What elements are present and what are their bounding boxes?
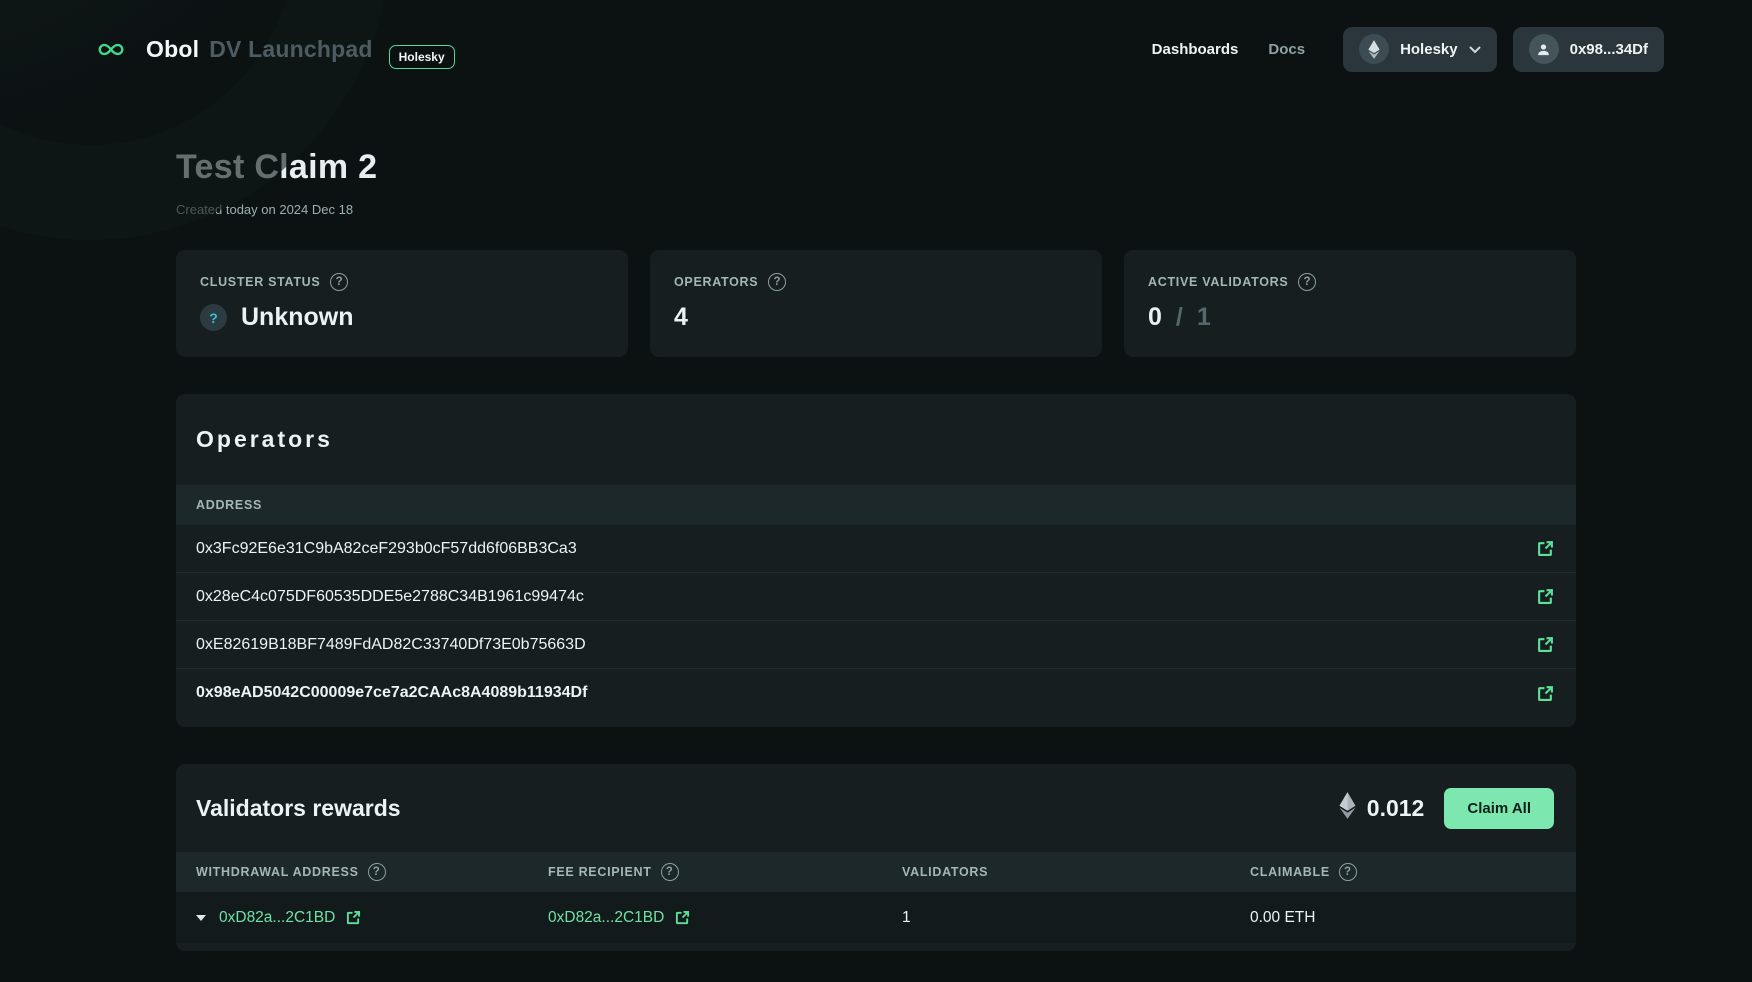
withdrawal-address-link[interactable]: 0xD82a...2C1BD xyxy=(219,909,335,927)
validators-rewards-panel: Validators rewards 0.012 Claim All xyxy=(176,764,1576,951)
operators-count-value-row: 4 xyxy=(674,303,1078,332)
active-validators-value-row: 0 / 1 xyxy=(1148,303,1552,332)
cluster-status-label-row: CLUSTER STATUS ? xyxy=(200,273,604,291)
operator-address: 0x3Fc92E6e31C9bA82ceF293b0cF57dd6f06BB3C… xyxy=(196,540,577,558)
ethereum-diamond-icon xyxy=(1339,792,1356,825)
product-name: DV Launchpad xyxy=(209,36,372,63)
claim-all-button[interactable]: Claim All xyxy=(1444,788,1554,829)
cluster-status-value-row: ? Unknown xyxy=(200,303,604,332)
cluster-status-card: CLUSTER STATUS ? ? Unknown xyxy=(176,250,628,357)
page-subtitle: Created today on 2024 Dec 18 xyxy=(176,202,1576,217)
help-icon[interactable]: ? xyxy=(368,863,386,881)
active-validators-label-row: ACTIVE VALIDATORS ? xyxy=(1148,273,1552,291)
network-badge: Holesky xyxy=(389,45,455,69)
fee-recipient-cell: 0xD82a...2C1BD xyxy=(548,909,902,927)
external-link-icon[interactable] xyxy=(346,910,361,925)
wallet-account-button[interactable]: 0x98...34Df xyxy=(1513,27,1664,72)
validators-header-label: VALIDATORS xyxy=(902,865,988,879)
active-validators-label: ACTIVE VALIDATORS xyxy=(1148,275,1288,289)
network-selector-label: Holesky xyxy=(1400,41,1458,58)
nav-docs[interactable]: Docs xyxy=(1268,41,1305,58)
operator-address: 0x28eC4c075DF60535DDE5e2788C34B1961c9947… xyxy=(196,588,584,606)
network-selector-button[interactable]: Holesky xyxy=(1343,27,1497,72)
help-icon[interactable]: ? xyxy=(330,273,348,291)
rewards-summary: 0.012 Claim All xyxy=(1339,788,1554,829)
help-icon[interactable]: ? xyxy=(768,273,786,291)
help-icon[interactable]: ? xyxy=(1339,863,1357,881)
claimable-column-header: CLAIMABLE ? xyxy=(1250,863,1556,881)
brand-name: Obol xyxy=(146,36,199,63)
operators-count-label-row: OPERATORS ? xyxy=(674,273,1078,291)
external-link-icon[interactable] xyxy=(1537,636,1554,653)
operators-count-value: 4 xyxy=(674,303,688,332)
top-bar-right: Dashboards Docs Holesky xyxy=(1152,27,1664,72)
operators-panel-title: Operators xyxy=(196,426,333,453)
rewards-panel-header: Validators rewards 0.012 Claim All xyxy=(176,764,1576,852)
withdrawal-address-column-header: WITHDRAWAL ADDRESS ? xyxy=(196,863,548,881)
active-validators-value: 0 xyxy=(1148,303,1162,332)
withdrawal-address-cell: 0xD82a...2C1BD xyxy=(196,909,548,927)
rewards-table-header: WITHDRAWAL ADDRESS ? FEE RECIPIENT ? VAL… xyxy=(176,852,1576,892)
active-validators-card: ACTIVE VALIDATORS ? 0 / 1 xyxy=(1124,250,1576,357)
operator-address: 0xE82619B18BF7489FdAD82C33740Df73E0b7566… xyxy=(196,636,586,654)
operators-count-label: OPERATORS xyxy=(674,275,758,289)
total-rewards: 0.012 xyxy=(1339,792,1425,825)
active-validators-separator: / xyxy=(1176,303,1183,332)
validators-column-header: VALIDATORS xyxy=(902,865,1250,879)
operator-row: 0xE82619B18BF7489FdAD82C33740Df73E0b7566… xyxy=(176,621,1576,669)
wallet-address-label: 0x98...34Df xyxy=(1570,41,1648,58)
unknown-status-icon: ? xyxy=(200,304,227,331)
external-link-icon[interactable] xyxy=(1537,540,1554,557)
help-icon[interactable]: ? xyxy=(661,863,679,881)
ethereum-network-icon xyxy=(1359,34,1389,64)
obol-infinity-logo-icon xyxy=(88,36,134,63)
page-title: Test Claim 2 xyxy=(176,148,1576,187)
operator-row: 0x3Fc92E6e31C9bA82ceF293b0cF57dd6f06BB3C… xyxy=(176,525,1576,573)
claimable-header-label: CLAIMABLE xyxy=(1250,865,1330,879)
fee-recipient-header-label: FEE RECIPIENT xyxy=(548,865,652,879)
stat-cards: CLUSTER STATUS ? ? Unknown OPERATORS ? 4 xyxy=(176,250,1576,357)
operators-count-card: OPERATORS ? 4 xyxy=(650,250,1102,357)
validators-count-cell: 1 xyxy=(902,909,1250,927)
external-link-icon[interactable] xyxy=(675,910,690,925)
fee-recipient-link[interactable]: 0xD82a...2C1BD xyxy=(548,909,664,927)
cluster-status-label: CLUSTER STATUS xyxy=(200,275,320,289)
nav-dashboards[interactable]: Dashboards xyxy=(1152,41,1239,58)
external-link-icon[interactable] xyxy=(1537,685,1554,702)
help-icon[interactable]: ? xyxy=(1298,273,1316,291)
operator-address: 0x98eAD5042C00009e7ce7a2CAAc8A4089b11934… xyxy=(196,684,587,702)
user-avatar-icon xyxy=(1529,34,1559,64)
logo-group[interactable]: Obol DV Launchpad Holesky xyxy=(88,36,455,63)
top-bar: Obol DV Launchpad Holesky Dashboards Doc… xyxy=(0,0,1752,98)
rewards-table-row: 0xD82a...2C1BD 0xD82a...2C1BD xyxy=(176,892,1576,943)
app-root: Obol DV Launchpad Holesky Dashboards Doc… xyxy=(0,0,1752,982)
withdrawal-address-header-label: WITHDRAWAL ADDRESS xyxy=(196,865,359,879)
operator-row-current-user: 0x98eAD5042C00009e7ce7a2CAAc8A4089b11934… xyxy=(176,669,1576,717)
external-link-icon[interactable] xyxy=(1537,588,1554,605)
address-column-header: ADDRESS xyxy=(196,498,262,512)
active-validators-total: 1 xyxy=(1197,303,1211,332)
cluster-status-value: Unknown xyxy=(241,303,354,332)
total-rewards-value: 0.012 xyxy=(1367,795,1425,822)
operators-panel-header: Operators xyxy=(176,394,1576,485)
rewards-panel-title: Validators rewards xyxy=(196,795,401,822)
main-nav: Dashboards Docs xyxy=(1152,41,1305,58)
expand-row-chevron-icon[interactable] xyxy=(196,915,206,921)
claimable-amount-cell: 0.00 ETH xyxy=(1250,909,1556,927)
main-content: Test Claim 2 Created today on 2024 Dec 1… xyxy=(176,148,1576,951)
operator-row: 0x28eC4c075DF60535DDE5e2788C34B1961c9947… xyxy=(176,573,1576,621)
fee-recipient-column-header: FEE RECIPIENT ? xyxy=(548,863,902,881)
operators-panel: Operators ADDRESS 0x3Fc92E6e31C9bA82ceF2… xyxy=(176,394,1576,727)
operators-table-header: ADDRESS xyxy=(176,485,1576,525)
chevron-down-icon xyxy=(1469,45,1481,54)
